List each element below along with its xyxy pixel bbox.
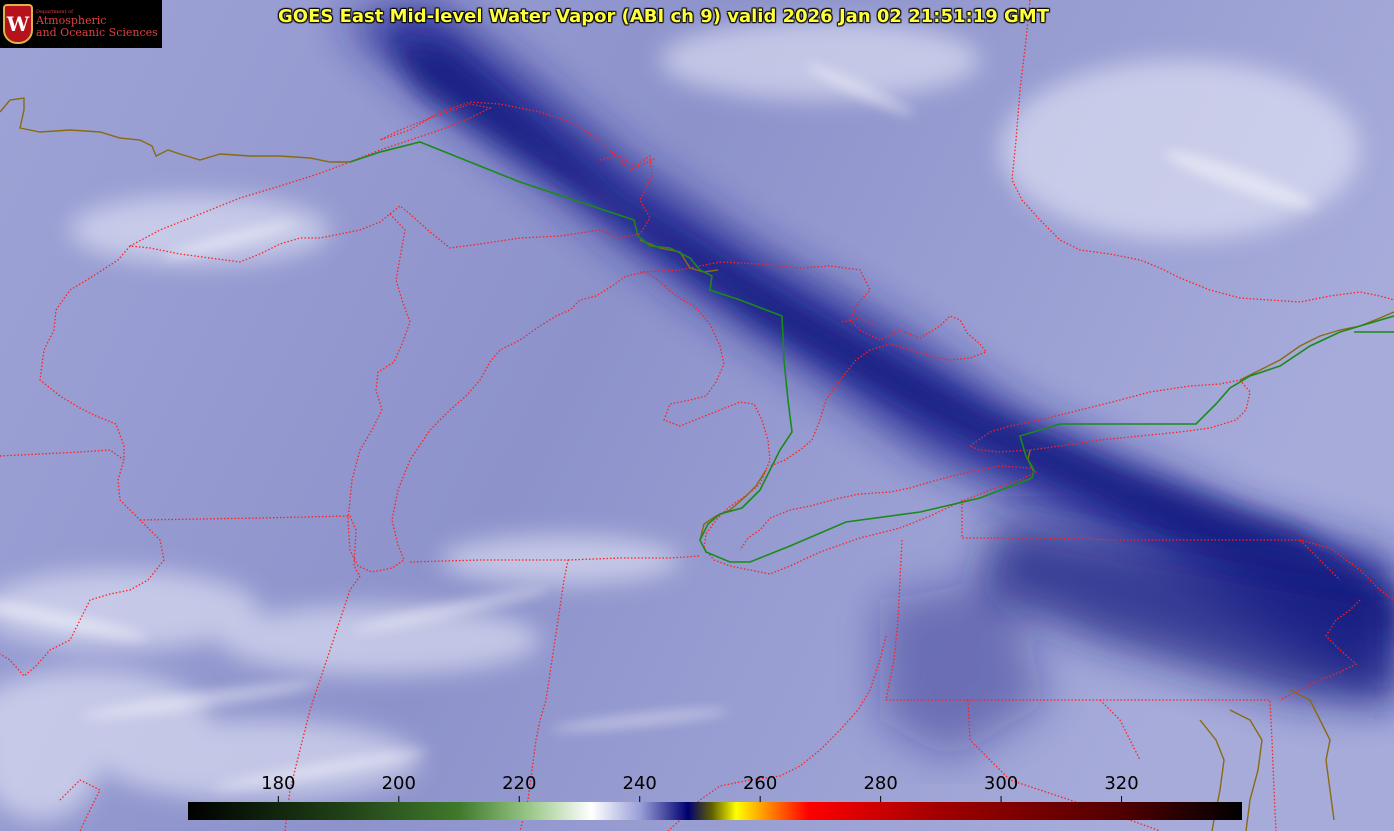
colorbar-tick-label: 200 <box>382 773 416 794</box>
colorbar-tick-label: 320 <box>1104 773 1138 794</box>
logo-line-2: and Oceanic Sciences <box>36 25 158 39</box>
map-title: GOES East Mid-level Water Vapor (ABI ch … <box>278 6 1049 27</box>
water-vapor-map: 180 200 220 240 260 280 300 320 <box>0 0 1394 831</box>
aos-logo: W Department of Atmospheric and Oceanic … <box>0 0 162 48</box>
colorbar-gradient <box>188 802 1242 820</box>
colorbar-tick-label: 260 <box>743 773 777 794</box>
colorbar-tick-label: 280 <box>863 773 897 794</box>
uw-crest-icon: W <box>3 4 33 44</box>
colorbar-tick-label: 220 <box>502 773 536 794</box>
logo-line-1: Atmospheric <box>36 14 107 28</box>
colorbar-tick-label: 300 <box>984 773 1018 794</box>
colorbar-tick-label: 240 <box>623 773 657 794</box>
colorbar-tick-label: 180 <box>261 773 295 794</box>
